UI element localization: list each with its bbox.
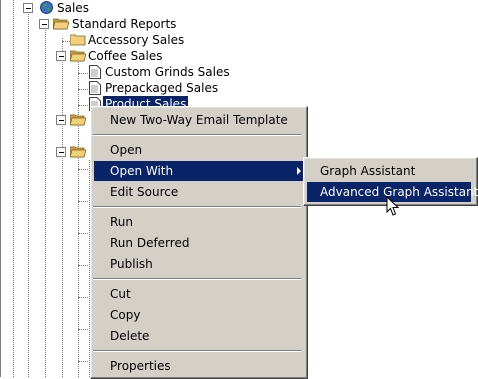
tree-guide-line [28,14,29,377]
open-folder-icon [70,146,86,158]
tree-branch-line [78,265,88,266]
menu-item-delete[interactable]: Delete [94,326,303,346]
menu-item-run[interactable]: Run [94,212,303,232]
tree-branch-line [78,329,88,330]
tree-branch-line [78,89,88,90]
collapse-toggle[interactable] [39,19,49,29]
tree-branch-line [78,105,88,106]
menu-item-open[interactable]: Open [94,140,303,160]
tree-branch-line [78,233,88,234]
report-document-icon [89,81,101,95]
tree-branch-line [62,41,70,42]
collapse-toggle[interactable] [56,147,66,157]
tree-guide-line [62,38,63,377]
menu-separator [93,206,301,208]
menu-separator [93,134,301,136]
tree-node-custom-grinds-sales[interactable]: Custom Grinds Sales [103,64,232,80]
open-folder-icon [70,114,86,126]
open-folder-icon [53,18,69,30]
menu-item-cut[interactable]: Cut [94,284,303,304]
folder-icon [70,34,86,46]
tree-guide-line [45,30,46,377]
menu-item-open-with[interactable]: Open With [94,161,303,181]
collapse-toggle[interactable] [56,51,66,61]
menu-item-properties[interactable]: Properties [94,356,303,376]
tree-branch-line [78,73,88,74]
tree-branch-line [78,201,88,202]
tree-node-prepackaged-sales[interactable]: Prepackaged Sales [103,80,220,96]
tree-left-border [0,0,1,377]
tree-node-sales[interactable]: Sales [55,0,91,16]
menu-item-publish[interactable]: Publish [94,254,303,274]
globe-icon [40,1,53,14]
menu-separator [93,350,301,352]
context-menu: New Two-Way Email Template Open Open Wit… [90,106,308,379]
menu-item-edit-source[interactable]: Edit Source [94,182,303,202]
tree-node-coffee-sales[interactable]: Coffee Sales [86,48,165,64]
mouse-pointer-icon [386,196,399,216]
menu-item-new-two-way-email-template[interactable]: New Two-Way Email Template [94,110,303,130]
tree-node-accessory-sales[interactable]: Accessory Sales [86,32,186,48]
tree-guide-line [13,0,14,377]
tree-branch-line [78,297,88,298]
menu-item-copy[interactable]: Copy [94,305,303,325]
tree-branch-line [78,169,88,170]
tree-node-standard-reports[interactable]: Standard Reports [70,16,178,32]
menu-item-run-deferred[interactable]: Run Deferred [94,233,303,253]
tree-branch-line [78,361,88,362]
report-document-icon [89,65,101,79]
collapse-toggle[interactable] [23,3,33,13]
submenu-arrow-icon [297,167,301,175]
open-folder-icon [70,50,86,62]
collapse-toggle[interactable] [56,115,66,125]
menu-separator [93,278,301,280]
menu-item-graph-assistant[interactable]: Graph Assistant [307,161,471,181]
